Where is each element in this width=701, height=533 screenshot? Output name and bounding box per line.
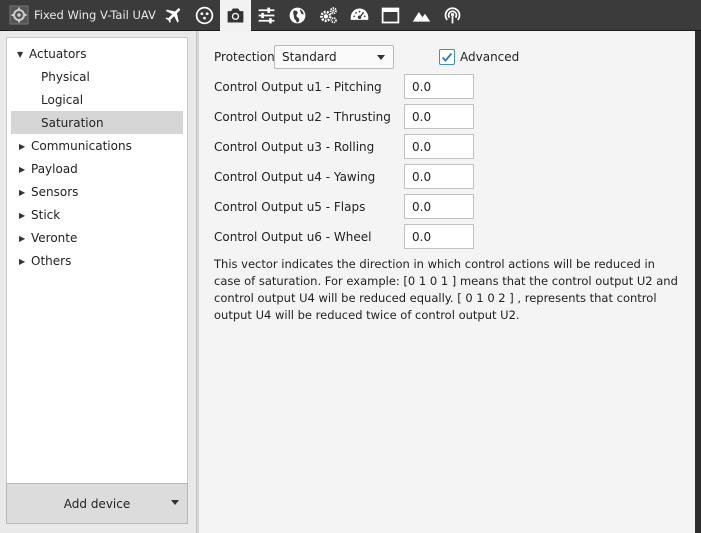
dashboard-icon[interactable]: [344, 0, 375, 31]
protection-select[interactable]: Standard: [274, 45, 394, 69]
device-tree: ▼ Actuators Physical Logical Saturation …: [6, 37, 188, 509]
chevron-down-icon[interactable]: [377, 55, 385, 60]
output-u6-label: Control Output u6 - Wheel: [214, 230, 372, 244]
tree-item-saturation[interactable]: Saturation: [11, 111, 183, 134]
tree-item-actuators[interactable]: ▼ Actuators: [7, 43, 187, 65]
window-icon[interactable]: [375, 0, 406, 31]
sliders-icon[interactable]: [251, 0, 282, 31]
expand-right-icon[interactable]: ▶: [19, 234, 31, 243]
tree-item-label: Logical: [41, 93, 84, 107]
output-u1-input[interactable]: [404, 74, 474, 99]
airplane-icon[interactable]: [158, 0, 189, 31]
tree-item-sensors[interactable]: ▶ Sensors: [7, 181, 187, 203]
output-u4-input[interactable]: [404, 164, 474, 189]
checkmark-icon: [441, 52, 453, 62]
output-u5-label: Control Output u5 - Flaps: [214, 200, 366, 214]
add-device-button[interactable]: Add device: [6, 483, 188, 524]
tree-item-label: Others: [31, 254, 72, 268]
output-u6-input[interactable]: [404, 224, 474, 249]
tree-item-label: Sensors: [31, 185, 79, 199]
app-title: Fixed Wing V-Tail UAV: [34, 8, 156, 22]
expand-right-icon[interactable]: ▶: [19, 142, 31, 151]
tree-item-stick[interactable]: ▶ Stick: [7, 204, 187, 226]
output-u2-input[interactable]: [404, 104, 474, 129]
advanced-checkbox[interactable]: [439, 49, 455, 65]
gear-icon[interactable]: [8, 4, 30, 26]
tree-item-label: Physical: [41, 70, 90, 84]
output-u3-label: Control Output u3 - Rolling: [214, 140, 375, 154]
tree-item-logical[interactable]: Logical: [7, 89, 187, 111]
expand-right-icon[interactable]: ▶: [19, 165, 31, 174]
tree-item-label: Veronte: [31, 231, 78, 245]
advanced-label: Advanced: [460, 50, 520, 64]
protection-label: Protection: [214, 50, 275, 64]
output-u4-label: Control Output u4 - Yawing: [214, 170, 376, 184]
tree-item-label: Saturation: [41, 115, 104, 130]
gears-icon[interactable]: [313, 0, 344, 31]
tree-item-physical[interactable]: Physical: [7, 66, 187, 88]
joystick-icon[interactable]: [189, 0, 220, 31]
expand-right-icon[interactable]: ▶: [19, 211, 31, 220]
globe-icon[interactable]: [282, 0, 313, 31]
dropdown-caret-icon[interactable]: [171, 500, 179, 505]
output-u3-input[interactable]: [404, 134, 474, 159]
saturation-panel: Protection Standard Advanced Control Out…: [199, 31, 695, 533]
tree-item-payload[interactable]: ▶ Payload: [7, 158, 187, 180]
expand-right-icon[interactable]: ▶: [19, 188, 31, 197]
tree-item-label: Stick: [31, 208, 61, 222]
tree-item-veronte[interactable]: ▶ Veronte: [7, 227, 187, 249]
tree-item-label: Communications: [31, 139, 132, 153]
tree-item-label: Actuators: [29, 47, 87, 61]
mountains-icon[interactable]: [406, 0, 437, 31]
saturation-description: This vector indicates the direction in w…: [214, 257, 678, 322]
output-u5-input[interactable]: [404, 194, 474, 219]
window-edge: [695, 31, 701, 533]
tree-item-label: Payload: [31, 162, 78, 176]
add-device-label: Add device: [63, 496, 131, 511]
workspace: ▼ Actuators Physical Logical Saturation …: [0, 31, 701, 533]
tree-item-others[interactable]: ▶ Others: [7, 250, 187, 272]
protection-value: Standard: [282, 50, 337, 64]
output-u2-label: Control Output u2 - Thrusting: [214, 110, 391, 124]
expand-right-icon[interactable]: ▶: [19, 257, 31, 266]
top-toolbar: Fixed Wing V-Tail UAV: [0, 0, 701, 31]
output-u1-label: Control Output u1 - Pitching: [214, 80, 382, 94]
antenna-icon[interactable]: [437, 0, 468, 31]
tree-item-communications[interactable]: ▶ Communications: [7, 135, 187, 157]
camera-icon[interactable]: [220, 0, 251, 31]
expand-down-icon[interactable]: ▼: [17, 50, 29, 59]
